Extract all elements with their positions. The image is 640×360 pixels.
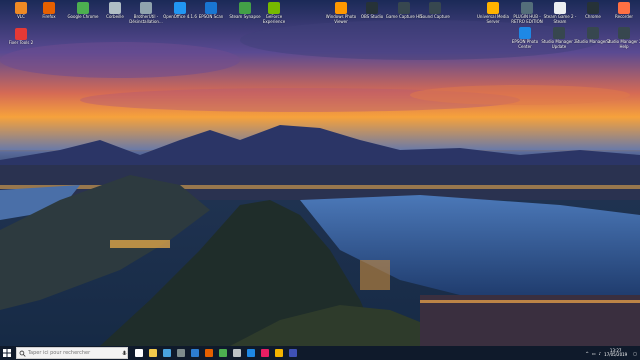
app-icon [487,2,499,14]
desktop-icon-label: EPSON Scan [198,14,224,19]
taskbar-app-button[interactable] [160,346,174,360]
app-icon [618,27,630,39]
desktop-wallpaper [0,0,640,346]
desktop-icon-label: Studio Manager 2 Help [606,39,640,49]
system-tray: ^ ▭ ♪ 13:27 17/05/2019 ▢ [585,348,640,358]
taskbar-apps [132,346,300,360]
desktop-icon-label: Studio Manager 2 Update [541,39,577,49]
app-icon [429,2,441,14]
desktop-icon[interactable]: Sound Capture [416,2,454,20]
app-icon [43,2,55,14]
app-icon [618,2,630,14]
taskbar-app-button[interactable] [188,346,202,360]
app-icon [268,2,280,14]
app-icon [205,2,217,14]
desktop-icon[interactable]: GeForce Experience [255,2,293,24]
taskbar-app-button[interactable] [230,346,244,360]
desktop-icon[interactable]: Recorder [605,2,640,20]
desktop-icon-label: Fixer Tools 2 [8,40,34,45]
desktop-icon[interactable]: EPSON Scan [192,2,230,20]
chrome-icon [219,349,227,357]
app-icon [239,2,251,14]
taskbar-app-button[interactable] [132,346,146,360]
start-button[interactable] [0,346,14,360]
app-icon [15,2,27,14]
app-icon [335,2,347,14]
desktop-icon[interactable]: Universal Media Server [474,2,512,24]
taskbar-search-box[interactable] [16,347,128,359]
desktop-icon[interactable]: Fixer Tools 2 [2,28,40,46]
photos-icon [247,349,255,357]
explorer-icon [149,349,157,357]
desktop-icon[interactable]: BrotherUtil - Désinstallation... [127,2,165,24]
desktop-icon-label: EPSON Photo Center [511,39,539,49]
music-icon [261,349,269,357]
taskbar-app-button[interactable] [216,346,230,360]
app-icon [109,2,121,14]
app-icon [174,2,186,14]
notifications-icon[interactable]: ▢ [633,351,637,356]
taskbar-app-button[interactable] [244,346,258,360]
app-icon [140,2,152,14]
taskbar-app-button[interactable] [174,346,188,360]
app-icon [366,2,378,14]
microphone-icon[interactable] [122,350,127,357]
app-icon [554,2,566,14]
clock-date: 17/05/2019 [604,352,628,357]
app-icon [521,2,533,14]
taskbar-clock[interactable]: 13:27 17/05/2019 [604,348,628,358]
search-icon [19,350,26,357]
desktop-icon-label: GeForce Experience [262,14,286,24]
clock-app-icon [233,349,241,357]
taskbar-app-button[interactable] [146,346,160,360]
desktop-icon[interactable]: Studio Manager 2 Help [605,27,640,49]
desktop-icon[interactable]: Studio Manager 2 Update [540,27,578,49]
windows-logo-icon [3,349,11,357]
desktop-icon-label: Sound Capture [420,14,450,19]
app-icon [553,27,565,39]
app-icon [77,2,89,14]
app-icon [15,28,27,40]
firefox-icon [205,349,213,357]
desktop-icon-label: Firefox [42,14,56,19]
network-icon[interactable]: ▭ [592,351,596,356]
desktop-icon-label: Universal Media Server [477,14,509,24]
mail-icon [163,349,171,357]
taskbar-app-button[interactable] [202,346,216,360]
taskbar-app-button[interactable] [258,346,272,360]
volume-icon[interactable]: ♪ [599,351,602,356]
taskbar: ^ ▭ ♪ 13:27 17/05/2019 ▢ [0,346,640,360]
calculator-icon [177,349,185,357]
desktop-icon[interactable]: Firefox [30,2,68,20]
task-view-icon [135,349,143,357]
taskbar-app-button[interactable] [286,346,300,360]
folder-icon [275,349,283,357]
chevron-up-icon[interactable]: ^ [585,351,588,356]
search-input[interactable] [25,348,123,358]
rio-landscape-image [0,0,640,346]
taskbar-app-button[interactable] [272,346,286,360]
desktop-icon[interactable]: EPSON Photo Center [506,27,544,49]
app-icon [587,2,599,14]
app-icon [398,2,410,14]
app-icon [587,27,599,39]
desktop-icon-label: BrotherUtil - Désinstallation... [129,14,163,24]
edge-icon [191,349,199,357]
store-icon [289,349,297,357]
desktop-icon-label: Recorder [615,14,633,19]
app-icon [519,27,531,39]
